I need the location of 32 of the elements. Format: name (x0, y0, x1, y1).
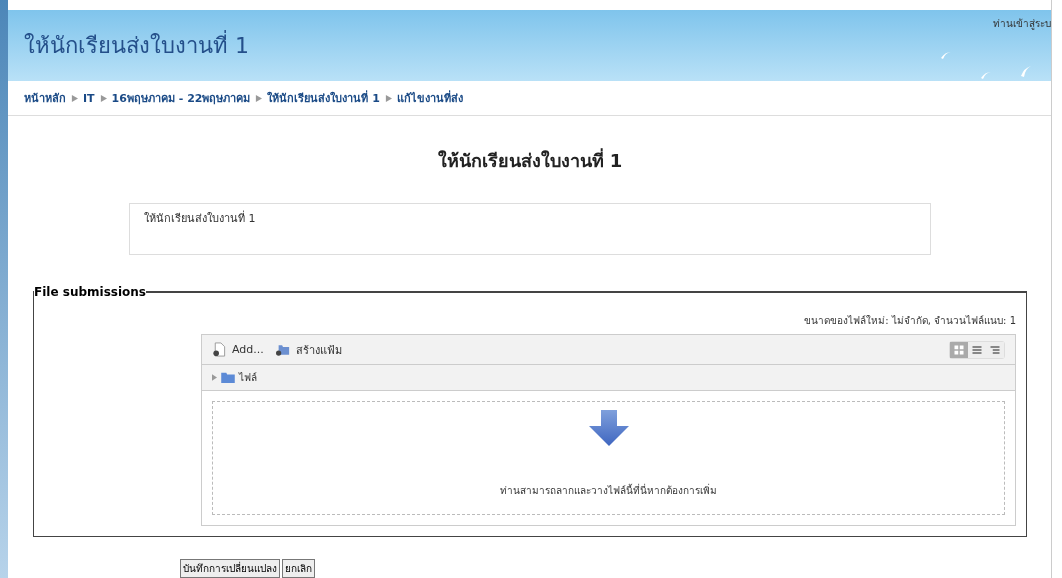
separator-icon (255, 94, 263, 102)
add-file-button[interactable]: Add... (232, 343, 264, 356)
fieldset-legend: File submissions (34, 285, 146, 299)
folder-icon (221, 372, 235, 383)
down-arrow-icon (588, 410, 629, 446)
drop-hint: ท่านสามารถลากและวางไฟล์นี้ที่นี่หากต้องการเพิ่ม (500, 483, 717, 498)
save-changes-button[interactable]: บันทึกการเปลี่ยนแปลง (180, 559, 280, 578)
expand-arrow-icon (212, 374, 217, 381)
separator-icon (384, 94, 392, 102)
intro-text: ให้นักเรียนส่งใบงานที่ 1 (144, 212, 256, 225)
breadcrumb-link[interactable]: แก้ไขงานที่ส่ง (396, 89, 463, 107)
breadcrumb-link[interactable]: หน้าหลัก (24, 89, 66, 107)
tree-list-icon (989, 343, 1001, 356)
new-folder-icon (275, 342, 290, 357)
login-info: ท่านเข้าสู่ระบ (993, 17, 1051, 31)
breadcrumb-link[interactable]: 16พฤษภาคม - 22พฤษภาคม (111, 89, 251, 107)
breadcrumb-link[interactable]: IT (83, 91, 95, 105)
list-icon (971, 343, 983, 356)
folder-path-link[interactable]: ไฟล์ (239, 370, 257, 385)
grid-icon (953, 343, 965, 356)
add-file-icon (212, 342, 226, 357)
view-icons-button[interactable] (950, 341, 968, 358)
page-heading: ให้นักเรียนส่งใบงานที่ 1 (437, 147, 623, 173)
cancel-button[interactable]: ยกเลิก (282, 559, 315, 578)
create-folder-button[interactable]: สร้างแฟ้ม (295, 340, 342, 359)
view-tree-button[interactable] (986, 341, 1004, 358)
breadcrumb-link[interactable]: ให้นักเรียนส่งใบงานที่ 1 (267, 89, 380, 107)
separator-icon (71, 94, 78, 102)
page-title: ให้นักเรียนส่งใบงานที่ 1 (24, 28, 249, 63)
view-list-button[interactable] (968, 341, 986, 358)
separator-icon (99, 94, 107, 102)
file-limits-text: ขนาดของไฟล์ใหม่: ไม่จำกัด, จำนวนไฟล์แนบ: 1 (803, 314, 1016, 328)
